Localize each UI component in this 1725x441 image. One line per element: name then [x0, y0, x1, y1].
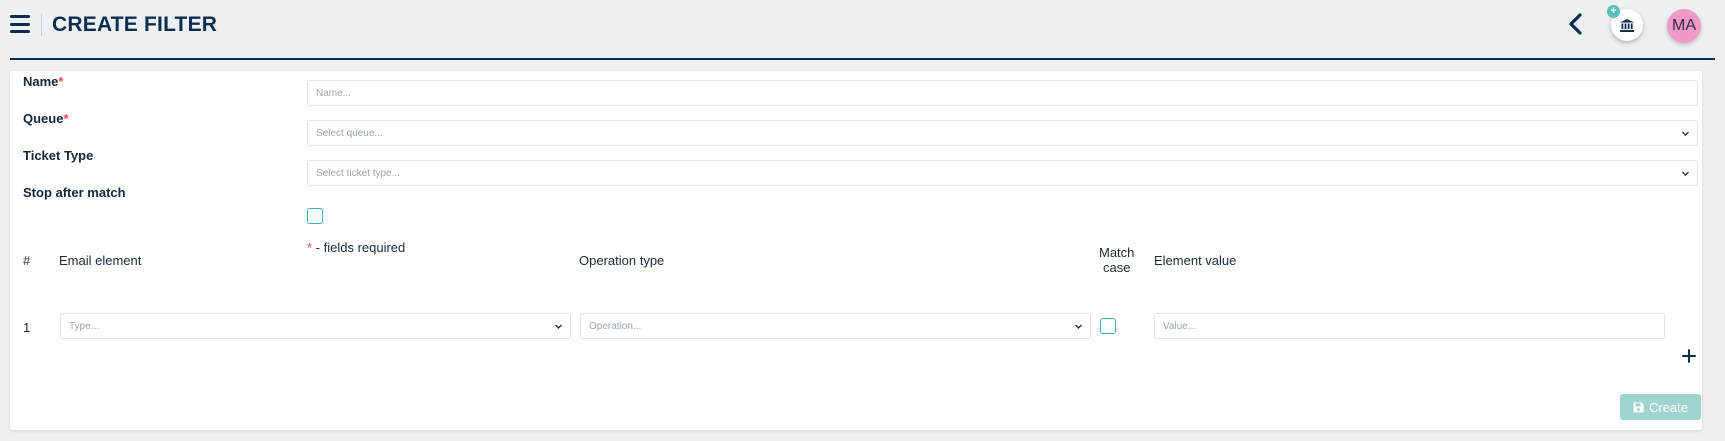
stop-after-match-checkbox[interactable] [307, 208, 323, 224]
required-mark: * [58, 74, 64, 89]
top-bar: CREATE FILTER + MA [0, 0, 1725, 60]
create-button-label: Create [1648, 399, 1689, 415]
organization-button[interactable]: + [1607, 5, 1643, 41]
queue-select[interactable]: Select queue... [307, 120, 1698, 146]
element-value-input[interactable]: Value... [1154, 313, 1665, 339]
create-button[interactable]: Create [1620, 394, 1701, 420]
queue-label-text: Queue [23, 111, 64, 126]
hamburger-menu-icon[interactable] [10, 15, 30, 33]
chevron-down-icon [1075, 324, 1082, 329]
add-badge: + [1607, 5, 1620, 18]
col-match-case-line1: Match [1099, 245, 1135, 260]
header-divider [41, 14, 42, 36]
name-label-text: Name [23, 74, 59, 89]
ticket-type-label: Ticket Type [23, 148, 94, 163]
col-match-case-line2: case [1102, 260, 1131, 275]
required-hint-text: - fields required [312, 240, 406, 255]
col-operation-type: Operation type [579, 253, 665, 268]
filter-form-card: Name* Name... Queue* Select queue... Tic… [10, 71, 1702, 430]
header-underline [10, 58, 1715, 60]
name-placeholder: Name... [316, 88, 352, 99]
chevron-left-icon [1569, 13, 1582, 35]
email-element-placeholder: Type... [69, 321, 100, 332]
ticket-type-select[interactable]: Select ticket type... [307, 160, 1698, 186]
name-label: Name* [23, 74, 63, 89]
page-title: CREATE FILTER [52, 13, 218, 36]
required-fields-hint: * - fields required [307, 240, 405, 255]
operation-placeholder: Operation... [589, 321, 642, 332]
col-match-case: Match case [1099, 245, 1134, 275]
back-button[interactable] [1566, 12, 1586, 36]
rule-row-index: 1 [23, 320, 31, 335]
plus-icon[interactable] [1682, 349, 1696, 363]
save-icon [1633, 402, 1644, 412]
name-input[interactable]: Name... [307, 80, 1698, 106]
bank-icon [1620, 18, 1634, 32]
col-email-element: Email element [59, 253, 142, 268]
queue-label: Queue* [23, 111, 69, 126]
chevron-down-icon [1682, 131, 1689, 136]
col-element-value: Element value [1154, 253, 1237, 268]
user-avatar[interactable]: MA [1667, 9, 1701, 43]
chevron-down-icon [1682, 171, 1689, 176]
col-index: # [23, 253, 31, 268]
operation-type-select[interactable]: Operation... [580, 313, 1091, 339]
stop-after-match-label: Stop after match [23, 185, 126, 200]
email-element-select[interactable]: Type... [60, 313, 571, 339]
ticket-type-placeholder: Select ticket type... [316, 168, 400, 179]
required-mark: * [63, 111, 69, 126]
chevron-down-icon [555, 324, 562, 329]
match-case-checkbox[interactable] [1100, 318, 1116, 334]
element-value-placeholder: Value... [1163, 321, 1197, 332]
queue-placeholder: Select queue... [316, 128, 383, 139]
